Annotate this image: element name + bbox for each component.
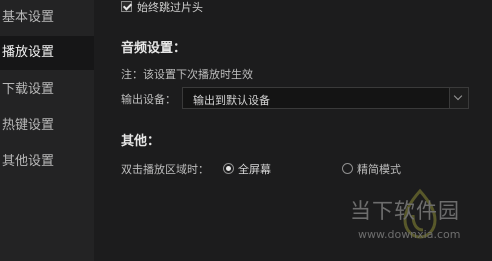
sidebar-item-other-settings[interactable]: 其他设置 (0, 145, 94, 179)
output-device-select[interactable]: 输出到默认设备 (182, 87, 469, 109)
skip-intro-checkbox[interactable] (121, 1, 132, 12)
watermark-title: 当下软件园 (350, 199, 460, 223)
settings-content: 始终跳过片头 音频设置： 注：该设置下次播放时生效 输出设备： 输出到默认设备 … (94, 0, 492, 261)
output-device-value: 输出到默认设备 (193, 94, 270, 107)
compact-mode-radio[interactable] (342, 163, 353, 174)
audio-note: 注：该设置下次播放时生效 (121, 68, 253, 81)
watermark-url: www.downxia.com (358, 228, 461, 241)
chevron-down-icon[interactable] (449, 88, 468, 108)
fullscreen-radio[interactable] (223, 163, 234, 174)
sidebar-item-hotkey-settings[interactable]: 热键设置 (0, 109, 94, 143)
audio-settings-heading: 音频设置： (121, 41, 187, 56)
compact-mode-radio-label[interactable]: 精简模式 (357, 161, 401, 177)
sidebar-item-playback-settings[interactable]: 播放设置 (0, 36, 94, 70)
fullscreen-radio-label[interactable]: 全屏幕 (238, 161, 271, 177)
settings-sidebar: 基本设置 播放设置 下载设置 热键设置 其他设置 (0, 0, 94, 261)
double-click-label: 双击播放区域时： (121, 163, 209, 176)
sidebar-item-download-settings[interactable]: 下载设置 (0, 73, 94, 107)
skip-intro-label[interactable]: 始终跳过片头 (137, 0, 203, 15)
sidebar-item-basic-settings[interactable]: 基本设置 (0, 1, 94, 35)
other-heading: 其他： (121, 134, 161, 149)
output-device-label: 输出设备： (121, 93, 176, 106)
